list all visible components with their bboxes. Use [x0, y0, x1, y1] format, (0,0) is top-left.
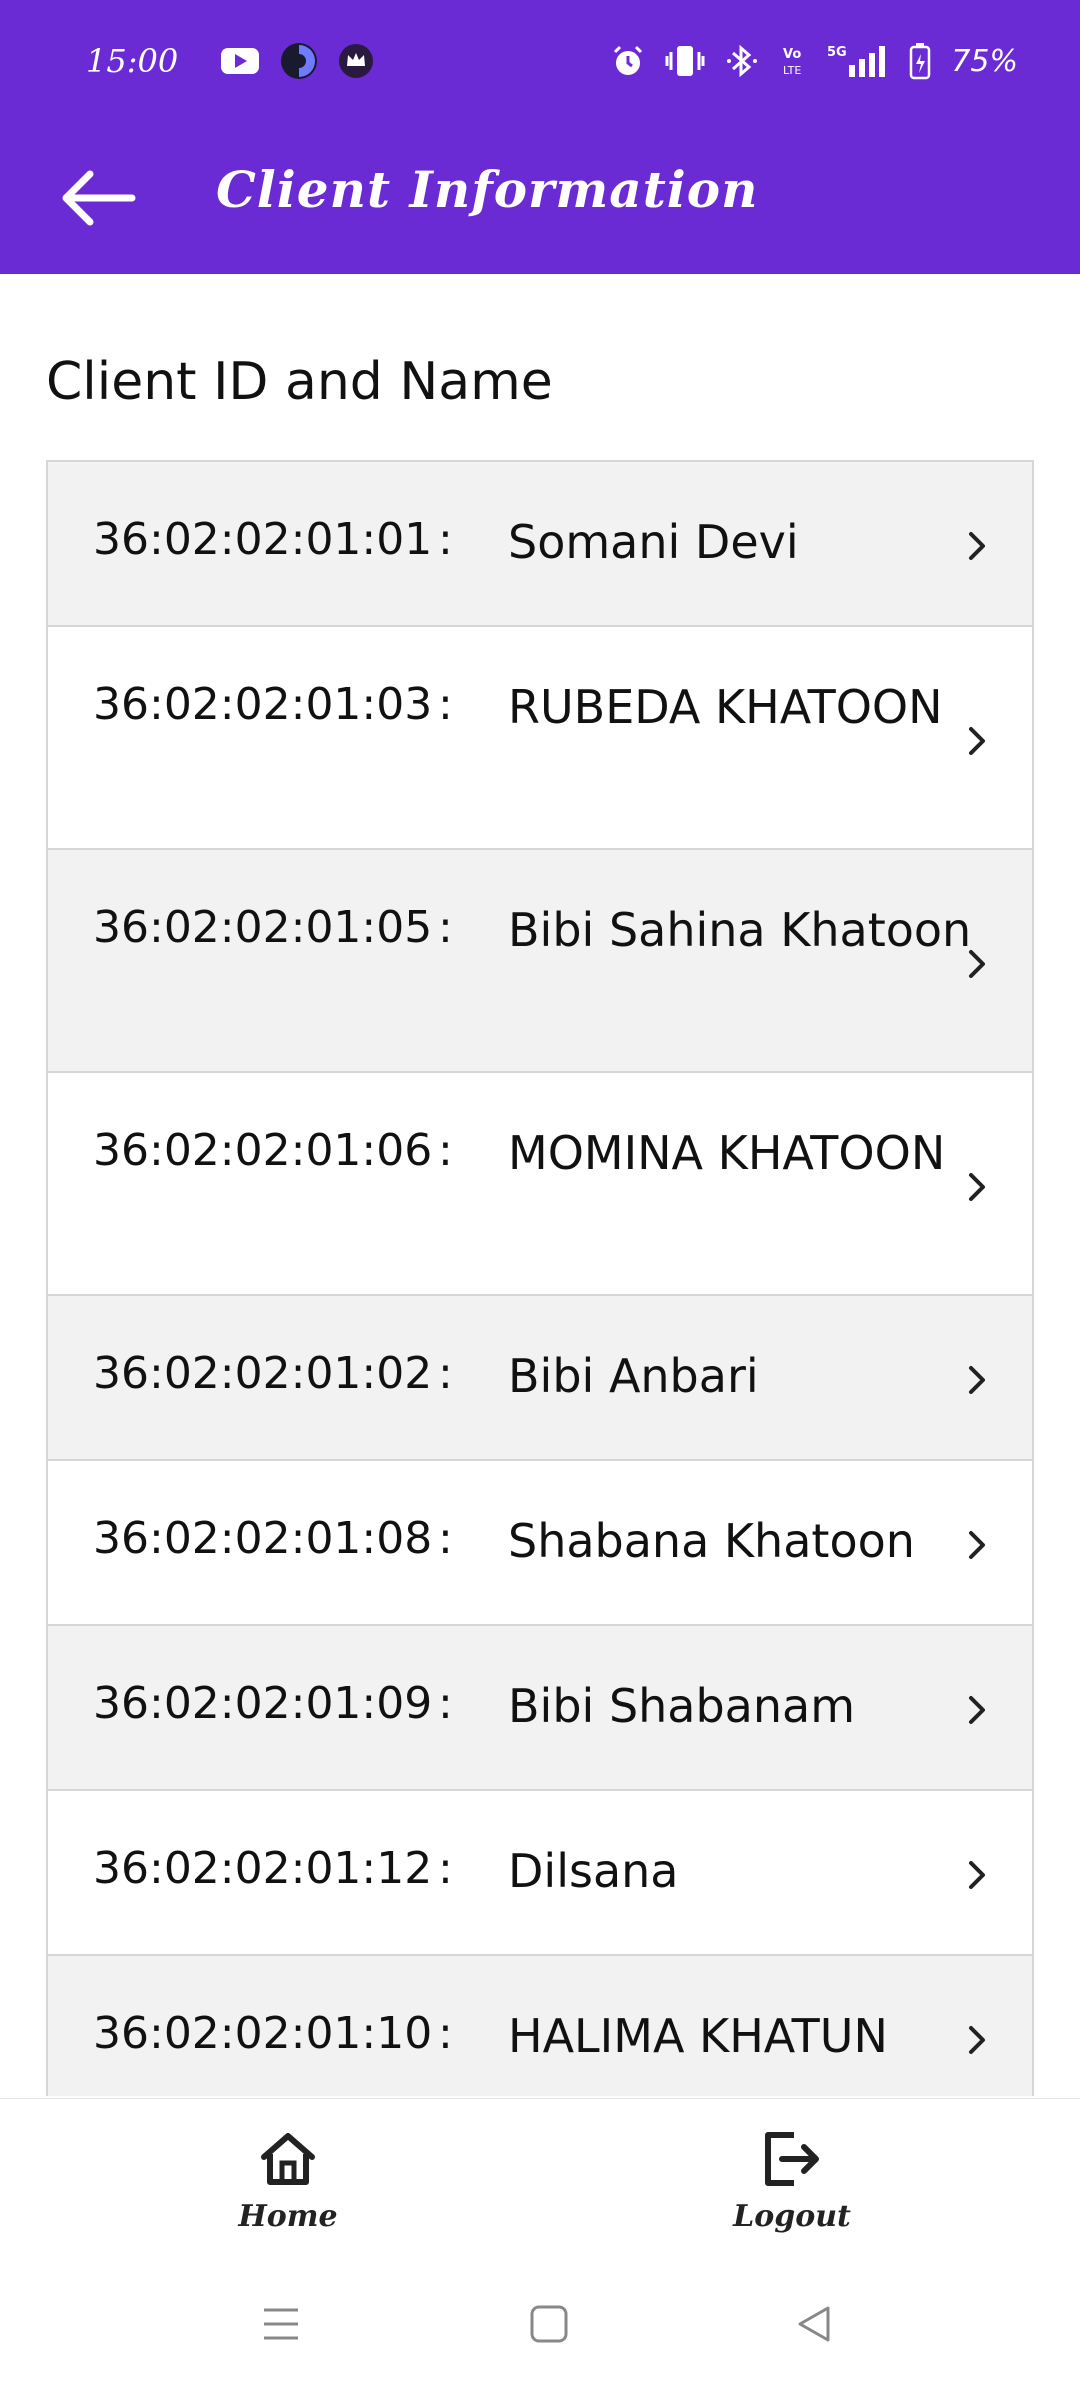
volte-icon: Vo LTE	[781, 44, 807, 78]
client-row[interactable]: 36:02:02:01:12 : Dilsana	[48, 1791, 1032, 1956]
chevron-right-icon	[969, 2026, 985, 2054]
client-list: 36:02:02:01:01 : Somani Devi 36:02:02:01…	[46, 460, 1034, 2096]
client-name: Bibi Anbari	[508, 1349, 759, 1403]
client-row[interactable]: 36:02:02:01:05 : Bibi Sahina Khatoon	[48, 850, 1032, 1073]
client-id: 36:02:02:01:10	[93, 2008, 433, 2059]
client-name: HALIMA KHATUN	[508, 2009, 888, 2063]
page-title: Client Information	[216, 160, 759, 219]
recent-apps-button[interactable]	[262, 2304, 300, 2348]
separator: :	[438, 1678, 453, 1729]
home-icon	[261, 2133, 315, 2185]
menu-icon	[264, 2308, 298, 2340]
client-id: 36:02:02:01:02	[93, 1348, 433, 1399]
client-row[interactable]: 36:02:02:01:10 : HALIMA KHATUN	[48, 1956, 1032, 2096]
triangle-back-icon	[798, 2306, 830, 2342]
arrow-left-icon	[62, 170, 136, 226]
separator: :	[438, 1513, 453, 1564]
battery-icon	[909, 42, 931, 80]
client-id: 36:02:02:01:08	[93, 1513, 433, 1564]
separator: :	[438, 1125, 453, 1176]
5g-signal-icon: 5G	[827, 43, 889, 79]
client-id: 36:02:02:01:09	[93, 1678, 433, 1729]
home-button[interactable]: Home	[188, 2127, 388, 2234]
client-name: MOMINA KHATOON	[508, 1126, 946, 1180]
separator: :	[438, 2008, 453, 2059]
logout-button[interactable]: Logout	[692, 2127, 892, 2234]
client-name: RUBEDA KHATOON	[508, 680, 943, 734]
chevron-right-icon	[969, 1861, 985, 1889]
chevron-right-icon	[969, 727, 985, 755]
client-name: Somani Devi	[508, 515, 799, 569]
client-name: Shabana Khatoon	[508, 1514, 915, 1568]
svg-text:Vo: Vo	[783, 47, 801, 62]
bottom-nav: Home Logout	[0, 2098, 1080, 2259]
client-row[interactable]: 36:02:02:01:06 : MOMINA KHATOON	[48, 1073, 1032, 1296]
svg-text:5G: 5G	[827, 45, 847, 60]
chevron-right-icon	[969, 532, 985, 560]
app-icon	[280, 42, 318, 80]
client-name: Bibi Sahina Khatoon	[508, 903, 972, 957]
client-id: 36:02:02:01:12	[93, 1843, 433, 1894]
svg-text:LTE: LTE	[783, 64, 801, 77]
chevron-right-icon	[969, 1366, 985, 1394]
logout-label: Logout	[733, 2199, 851, 2234]
client-row[interactable]: 36:02:02:01:08 : Shabana Khatoon	[48, 1461, 1032, 1626]
client-id: 36:02:02:01:06	[93, 1125, 433, 1176]
battery-percent: 75%	[951, 43, 1018, 79]
client-row[interactable]: 36:02:02:01:02 : Bibi Anbari	[48, 1296, 1032, 1461]
separator: :	[438, 1348, 453, 1399]
logout-icon	[765, 2132, 819, 2186]
alarm-icon	[611, 44, 645, 78]
chevron-right-icon	[969, 950, 985, 978]
client-id: 36:02:02:01:01	[93, 514, 433, 565]
client-name: Bibi Shabanam	[508, 1679, 856, 1733]
client-row[interactable]: 36:02:02:01:01 : Somani Devi	[48, 462, 1032, 627]
status-time: 15:00	[86, 42, 179, 80]
chevron-right-icon	[969, 1696, 985, 1724]
client-row[interactable]: 36:02:02:01:03 : RUBEDA KHATOON	[48, 627, 1032, 850]
chevron-right-icon	[969, 1173, 985, 1201]
back-button[interactable]	[58, 158, 138, 238]
separator: :	[438, 514, 453, 565]
status-bar: 15:00 Vo LTE 5G 75%	[0, 0, 1080, 122]
separator: :	[438, 1843, 453, 1894]
youtube-icon	[220, 46, 260, 76]
client-id: 36:02:02:01:05	[93, 902, 433, 953]
separator: :	[438, 902, 453, 953]
separator: :	[438, 679, 453, 730]
square-icon	[530, 2305, 568, 2343]
home-system-button[interactable]	[529, 2304, 569, 2348]
system-nav-bar	[0, 2258, 1080, 2400]
client-name: Dilsana	[508, 1844, 679, 1898]
section-title: Client ID and Name	[46, 352, 553, 412]
crown-icon	[338, 43, 374, 79]
client-row[interactable]: 36:02:02:01:09 : Bibi Shabanam	[48, 1626, 1032, 1791]
chevron-right-icon	[969, 1531, 985, 1559]
bluetooth-icon	[725, 44, 761, 78]
app-bar: Client Information	[0, 122, 1080, 274]
back-system-button[interactable]	[794, 2304, 834, 2348]
client-id: 36:02:02:01:03	[93, 679, 433, 730]
home-label: Home	[238, 2199, 338, 2234]
vibrate-icon	[665, 44, 705, 78]
